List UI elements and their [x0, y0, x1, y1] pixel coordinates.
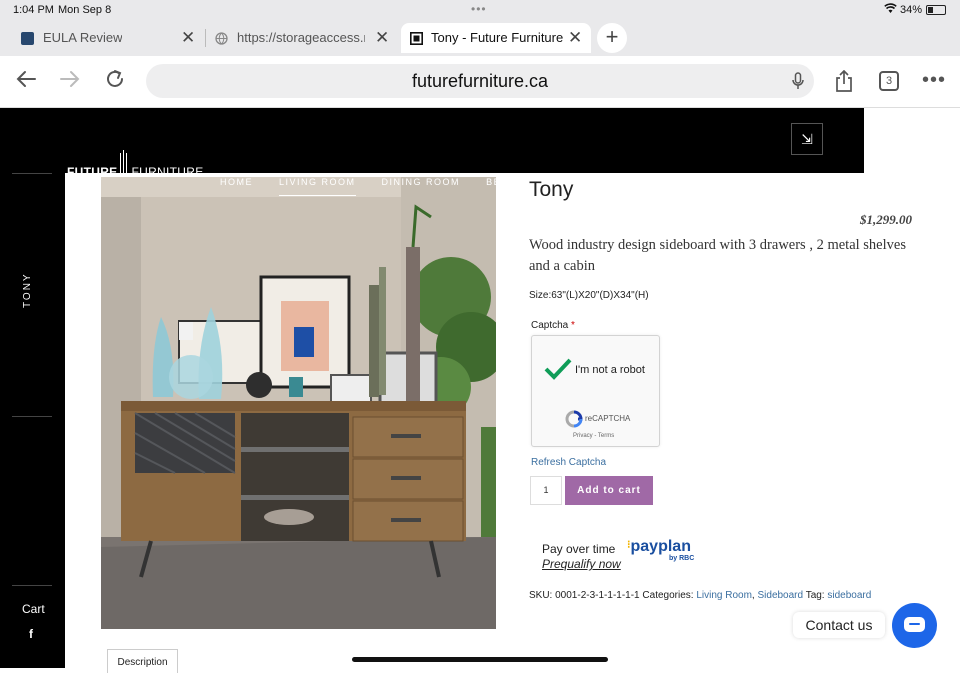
status-bar: 1:04 PM Mon Sep 8 ••• 34%: [0, 0, 960, 20]
prequalify-link[interactable]: Prequalify now: [542, 557, 621, 571]
sku-value: 0001-2-3-1-1-1-1-1: [555, 590, 640, 601]
category-sideboard-link[interactable]: Sideboard: [757, 590, 803, 601]
sku-label: SKU:: [529, 590, 553, 601]
payplan-logo[interactable]: ⁝payplan: [627, 538, 691, 556]
nav-living-room[interactable]: LIVING ROOM: [279, 177, 356, 196]
nav-home[interactable]: HOME: [220, 177, 253, 187]
quantity-input[interactable]: 1: [530, 476, 562, 505]
home-indicator[interactable]: [352, 657, 608, 662]
divider: [12, 416, 52, 417]
recaptcha-logo-icon: [565, 410, 583, 428]
product-price: $1,299.00: [860, 212, 912, 227]
tab-tony-future-furniture[interactable]: Tony - Future Furniture ✕: [401, 23, 591, 53]
site-logo[interactable]: FUTURE FURNITURE: [67, 136, 204, 190]
main-nav: HOME LIVING ROOM DINING ROOM BED ROO: [220, 177, 560, 196]
chat-button[interactable]: [892, 603, 937, 648]
divider: [12, 173, 52, 174]
tag-label: Tag:: [805, 590, 825, 601]
nav-dining-room[interactable]: DINING ROOM: [382, 177, 461, 187]
payplan-by-rbc: by RBC: [669, 555, 695, 562]
recaptcha-widget[interactable]: I'm not a robot reCAPTCHA Privacy - Term…: [531, 335, 660, 447]
captcha-text: I'm not a robot: [575, 364, 645, 376]
globe-icon: [215, 32, 228, 45]
reload-icon[interactable]: [104, 68, 126, 96]
category-living-room-link[interactable]: Living Room: [696, 590, 752, 601]
product-title: Tony: [529, 178, 574, 201]
address-bar[interactable]: futurefurniture.ca: [146, 64, 814, 98]
tab-count-button[interactable]: 3: [879, 71, 899, 91]
categories-label: Categories:: [642, 590, 694, 601]
add-to-cart-button[interactable]: Add to cart: [565, 476, 653, 505]
expand-icon[interactable]: ⇲: [791, 123, 823, 155]
document-icon: [21, 32, 34, 45]
product-size: Size:63"(L)X20"(D)X34"(H): [529, 290, 649, 301]
pay-over-time-text: Pay over time: [542, 542, 616, 556]
browser-toolbar: futurefurniture.ca 3 •••: [0, 56, 960, 108]
product-meta: SKU: 0001-2-3-1-1-1-1-1 Categories: Livi…: [529, 590, 872, 601]
tab-eula-review[interactable]: EULA Review ✕: [21, 23, 199, 53]
status-date: Mon Sep 8: [58, 4, 112, 16]
microphone-icon[interactable]: [792, 72, 804, 90]
battery-percent: 34%: [900, 4, 923, 16]
close-icon[interactable]: ✕: [375, 28, 389, 48]
favicon-icon: [410, 32, 423, 45]
status-time: 1:04 PM: [13, 4, 54, 16]
url-text: futurefurniture.ca: [411, 71, 549, 91]
more-icon[interactable]: •••: [922, 69, 946, 92]
checkmark-icon[interactable]: [544, 358, 572, 380]
new-tab-button[interactable]: +: [597, 23, 627, 53]
left-sidebar: TONY Cart f: [0, 173, 65, 668]
forward-icon[interactable]: [59, 68, 81, 96]
close-icon[interactable]: ✕: [181, 28, 195, 48]
product-image[interactable]: [101, 177, 496, 629]
close-icon[interactable]: ✕: [568, 28, 582, 48]
tab-storageaccess[interactable]: https://storageaccess.ne ✕: [215, 23, 395, 53]
contact-us-label[interactable]: Contact us: [793, 612, 885, 638]
battery-icon: [926, 5, 946, 15]
back-icon[interactable]: [15, 68, 37, 96]
site-header: FUTURE FURNITURE ⇲: [0, 108, 864, 190]
refresh-captcha-link[interactable]: Refresh Captcha: [531, 457, 606, 468]
payplan-text: payplan: [630, 538, 691, 555]
recaptcha-terms[interactable]: Privacy - Terms: [573, 433, 614, 439]
tag-sideboard-link[interactable]: sideboard: [827, 590, 871, 601]
share-icon[interactable]: [834, 69, 854, 92]
facebook-icon[interactable]: f: [29, 627, 33, 641]
tab-description[interactable]: Description: [107, 649, 178, 673]
multitask-dots[interactable]: •••: [471, 2, 487, 16]
tab-label: EULA Review: [43, 30, 123, 45]
tab-label: Tony - Future Furniture: [431, 30, 564, 45]
wifi-icon: [884, 3, 897, 17]
sidebar-title: TONY: [22, 272, 33, 308]
required-marker: *: [571, 320, 575, 331]
product-description: Wood industry design sideboard with 3 dr…: [529, 237, 906, 274]
chat-bubble-icon: [904, 617, 925, 632]
browser-tab-bar: EULA Review ✕ https://storageaccess.ne ✕…: [0, 20, 960, 56]
tab-label: https://storageaccess.ne: [237, 30, 365, 45]
divider: [12, 585, 52, 586]
tab-divider: [205, 29, 206, 47]
captcha-label: Captcha *: [531, 320, 575, 331]
cart-link[interactable]: Cart: [22, 602, 45, 616]
recaptcha-name: reCAPTCHA: [585, 414, 631, 423]
captcha-label-text: Captcha: [531, 320, 569, 331]
